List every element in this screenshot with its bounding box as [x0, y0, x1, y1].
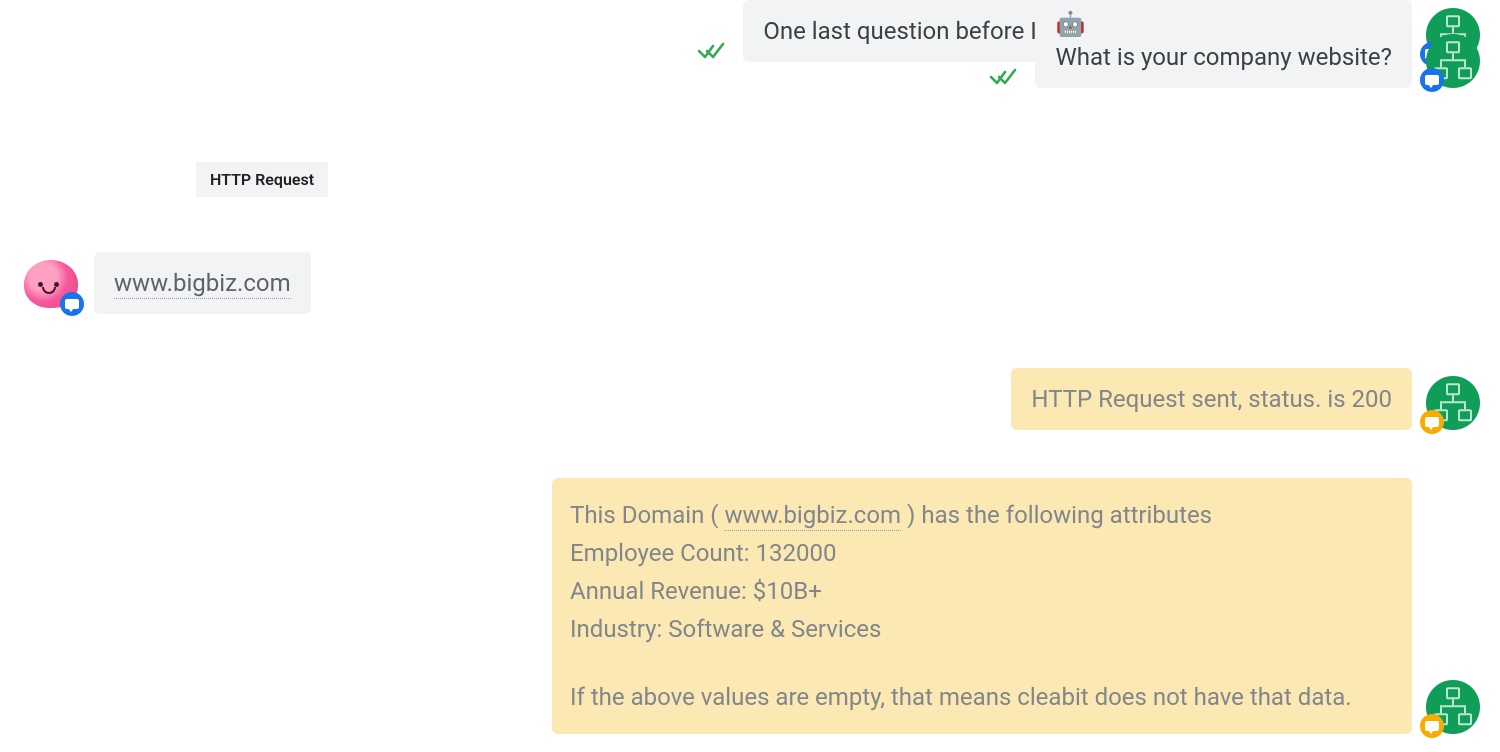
message-row-user-1: www.bigbiz.com	[22, 252, 311, 314]
details-footer-line: If the above values are empty, that mean…	[570, 678, 1394, 716]
channel-badge-system-icon	[1420, 714, 1444, 738]
bot-avatar[interactable]	[1426, 34, 1480, 88]
user-avatar[interactable]	[22, 256, 80, 314]
robot-emoji-icon: 🤖	[1055, 10, 1392, 38]
details-employee-line: Employee Count: 132000	[570, 534, 1394, 572]
system-details-bubble: This Domain ( www.bigbiz.com ) has the f…	[552, 478, 1412, 734]
bot-avatar[interactable]	[1426, 376, 1480, 430]
employee-label: Employee Count:	[570, 539, 756, 567]
read-receipt-icon	[989, 66, 1019, 88]
system-message-bubble: HTTP Request sent, status. is 200	[1011, 368, 1412, 430]
details-intro-line: This Domain ( www.bigbiz.com ) has the f…	[570, 496, 1394, 534]
details-revenue-line: Annual Revenue: $10B+	[570, 572, 1394, 610]
details-intro-prefix: This Domain (	[570, 501, 724, 529]
system-message-text: HTTP Request sent, status. is 200	[1031, 385, 1392, 413]
user-message-bubble: www.bigbiz.com	[94, 252, 311, 314]
bot-avatar[interactable]	[1426, 680, 1480, 734]
node-tooltip: HTTP Request	[196, 162, 328, 197]
read-receipt-icon	[697, 40, 727, 62]
bot-message-text: What is your company website?	[1055, 43, 1392, 71]
channel-badge-system-icon	[1420, 410, 1444, 434]
message-row-system-1: HTTP Request sent, status. is 200	[1011, 368, 1480, 430]
revenue-value: $10B+	[753, 577, 822, 605]
revenue-label: Annual Revenue:	[570, 577, 753, 605]
details-industry-line: Industry: Software & Services	[570, 610, 1394, 648]
employee-value: 132000	[756, 539, 837, 567]
channel-badge-chat-icon	[60, 292, 84, 316]
message-row-bot-2: 🤖 What is your company website?	[989, 0, 1480, 88]
chat-transcript: One last question before I can assign yo…	[0, 0, 1500, 752]
user-message-link[interactable]: www.bigbiz.com	[114, 269, 291, 299]
tooltip-text: HTTP Request	[210, 170, 314, 189]
industry-label: Industry:	[570, 615, 668, 643]
industry-value: Software & Services	[668, 615, 881, 643]
message-row-system-2: This Domain ( www.bigbiz.com ) has the f…	[552, 478, 1480, 734]
bot-message-bubble: 🤖 What is your company website?	[1035, 0, 1412, 88]
channel-badge-chat-icon	[1420, 68, 1444, 92]
details-intro-suffix: ) has the following attributes	[901, 501, 1212, 529]
details-domain-link[interactable]: www.bigbiz.com	[724, 501, 901, 531]
